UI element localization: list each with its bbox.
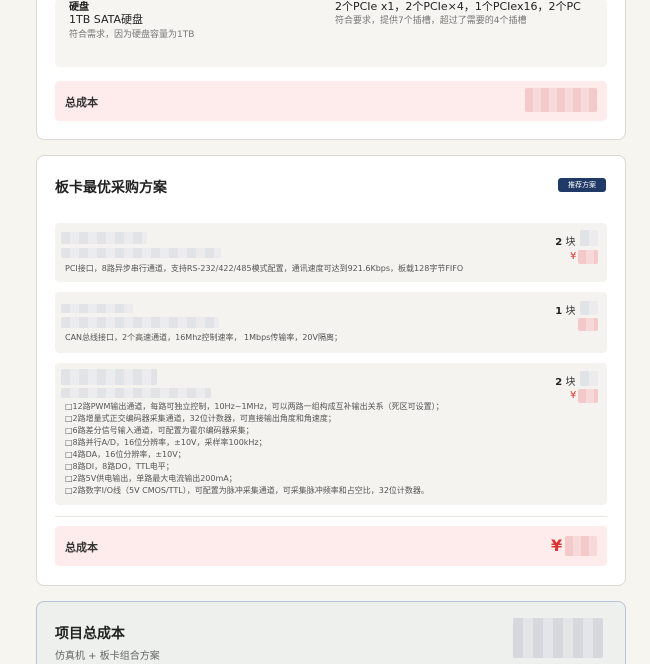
board-description-line: □12路PWM输出通道，每路可独立控制，10Hz~1MHz，可以两路一组构成互补… [65, 402, 444, 411]
unit-price-blur [580, 301, 598, 315]
quantity-number: 1 [555, 306, 563, 317]
board-model-blur [61, 317, 219, 328]
board-total-row: 总成本 ¥ [55, 526, 607, 566]
board-description-line: □6路差分信号输入通道，可配置为霍尔编码器采集； [65, 426, 254, 435]
board-description-line: □8路并行A/D，16位分辨率，±10V，采样率100kHz； [65, 438, 267, 447]
board-item: □12路PWM输出通道，每路可独立控制，10Hz~1MHz，可以两路一组构成互补… [55, 363, 607, 505]
board-description: CAN总线接口，2个高速通道，16Mhz控制速率， 1Mbps传输率，20V隔离… [65, 333, 342, 342]
subtotal-price-blur [578, 318, 598, 331]
price-currency: ¥ [570, 251, 577, 262]
project-total-title: 项目总成本 [55, 626, 125, 642]
recommended-badge: 推荐方案 [558, 178, 606, 192]
board-item: CAN总线接口，2个高速通道，16Mhz控制速率， 1Mbps传输率，20V隔离… [55, 292, 607, 353]
simulator-spec-card: 硬盘 1TB SATA硬盘 符合需求，因为硬盘容量为1TB 2个PCIe x1，… [36, 0, 626, 140]
board-description-line: □2路增量式正交编码器采集通道，32位计数器，可直接输出角度和角速度； [65, 414, 336, 423]
simulator-total-price-blur [525, 88, 597, 112]
project-total-price-blur [513, 618, 603, 658]
board-total-label: 总成本 [65, 541, 98, 554]
divider [55, 516, 607, 517]
board-name-blur [61, 232, 147, 244]
spec-comparison-box: 硬盘 1TB SATA硬盘 符合需求，因为硬盘容量为1TB 2个PCIe x1，… [55, 0, 607, 67]
board-model-blur [61, 248, 221, 258]
slots-spec-value: 2个PCIe x1，2个PCIe×4，1个PCIex16，2个PC [335, 0, 581, 13]
price-currency: ¥ [570, 390, 577, 401]
storage-spec-value: 1TB SATA硬盘 [69, 13, 144, 26]
board-name-blur [61, 369, 157, 385]
simulator-total-row: 总成本 [55, 81, 607, 121]
quantity-number: 2 [555, 237, 563, 248]
board-model-blur [61, 388, 211, 398]
board-description-line: □2路5V供电输出，单路最大电流输出200mA； [65, 474, 237, 483]
board-description: PCI接口，8路异步串行通道，支持RS-232/422/485模式配置，通讯速度… [65, 264, 464, 273]
board-plan-card: 板卡最优采购方案 推荐方案 PCI接口，8路异步串行通道，支持RS-232/42… [36, 155, 626, 586]
board-plan-title: 板卡最优采购方案 [55, 180, 167, 196]
board-name-blur [61, 304, 133, 313]
subtotal-price-blur [578, 389, 598, 403]
board-total-price-blur [565, 536, 597, 556]
unit-price-blur [580, 230, 598, 246]
storage-spec-note: 符合需求，因为硬盘容量为1TB [69, 30, 195, 40]
project-total-card: 项目总成本 仿真机 + 板卡组合方案 [36, 601, 626, 664]
board-item: PCI接口，8路异步串行通道，支持RS-232/422/485模式配置，通讯速度… [55, 223, 607, 282]
project-total-subtitle: 仿真机 + 板卡组合方案 [55, 651, 160, 662]
subtotal-price-blur [578, 250, 598, 264]
simulator-total-label: 总成本 [65, 96, 98, 109]
slots-spec-note: 符合要求，提供7个插槽，超过了需要的4个插槽 [335, 16, 527, 26]
board-description-line: □4路DA，16位分辨率，±10V； [65, 450, 186, 459]
unit-price-blur [580, 371, 598, 386]
board-total-currency: ¥ [551, 536, 563, 555]
board-description-line: □2路数字I/O线（5V CMOS/TTL），可配置为脉冲采集通道，可采集脉冲频… [65, 486, 429, 495]
board-description-line: □8路DI，8路DO，TTL电平； [65, 462, 174, 471]
quantity-number: 2 [555, 377, 563, 388]
